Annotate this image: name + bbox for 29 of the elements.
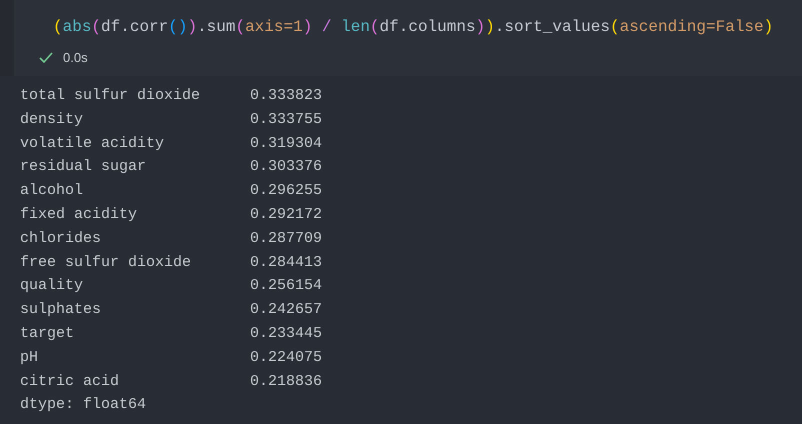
series-value: 0.319304 [250, 134, 322, 154]
dtype-label: dtype: float64 [20, 395, 146, 416]
series-value: 0.233445 [250, 324, 322, 344]
series-value: 0.333823 [250, 86, 322, 106]
series-label: pH [20, 348, 40, 368]
series-value: 0.242657 [250, 300, 322, 320]
series-label: sulphates [20, 300, 102, 320]
series-label: quality [20, 276, 84, 296]
series-value: 0.284413 [250, 252, 322, 273]
series-label: chlorides [20, 228, 102, 249]
execution-time: 0.0s [63, 49, 88, 67]
series-value: 0.292172 [250, 204, 322, 225]
series-label: residual sugar [20, 157, 148, 178]
series-label: target [20, 324, 76, 344]
series-value: 0.303376 [250, 157, 322, 178]
code-line: (abs(df.corr()).sum(axis=1) / len(df.columns)).sort_values(ascending=False) [53, 17, 774, 38]
series-label: density [20, 110, 84, 130]
series-value: 0.287709 [250, 228, 322, 249]
series-label: volatile acidity [20, 134, 166, 154]
series-label: free sulfur dioxide [20, 252, 192, 273]
series-value: 0.296255 [250, 181, 322, 202]
series-value: 0.224075 [250, 348, 322, 368]
series-value: 0.256154 [250, 276, 322, 296]
series-label: fixed acidity [20, 204, 138, 225]
series-label: alcohol [20, 181, 84, 202]
series-label: citric acid [20, 372, 120, 392]
series-value: 0.333755 [250, 110, 322, 130]
series-value: 0.218836 [250, 372, 322, 392]
series-label: total sulfur dioxide [20, 86, 202, 106]
